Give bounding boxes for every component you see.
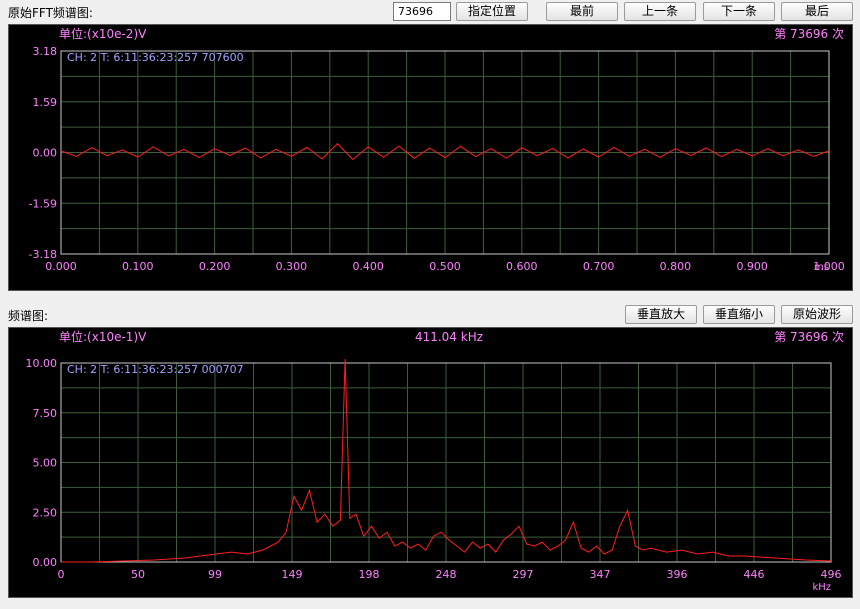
record-number-input[interactable] xyxy=(393,2,451,21)
channel-info-label: CH: 2 T: 6:11:36:23:257 707600 xyxy=(67,51,244,64)
x-tick-label: 0.900 xyxy=(736,260,768,273)
x-tick-label: 0.500 xyxy=(429,260,461,273)
next-record-button[interactable]: 下一条 xyxy=(703,2,775,21)
x-tick-label: 496 xyxy=(821,568,842,581)
x-tick-label: 0.200 xyxy=(199,260,231,273)
raw-waveform-button[interactable]: 原始波形 xyxy=(781,305,853,324)
chart-1-group: 10.00 7.50 5.00 2.50 0.000 50 99 149 198 248 297 34… xyxy=(26,329,845,593)
x-tick-label: 396 xyxy=(667,568,688,581)
x-tick-label: 0.100 xyxy=(122,260,154,273)
x-tick-label: 99 xyxy=(208,568,222,581)
vertical-zoom-out-button[interactable]: 垂直缩小 xyxy=(703,305,775,324)
capture-count-label: 第 73696 次 xyxy=(774,27,844,41)
spectrum-section-title: 频谱图: xyxy=(8,309,49,323)
channel-info-label: CH: 2 T: 6:11:36:23:257 000707 xyxy=(67,363,244,376)
y-tick-label: 5.00 xyxy=(33,457,58,470)
waveform-chart-panel: 3.18 1.59 0.00 -1.59 -3.18 0.000 0.100 0.200 0.3… xyxy=(8,24,853,291)
first-record-button[interactable]: 最前 xyxy=(546,2,618,21)
capture-count-label: 第 73696 次 xyxy=(774,330,844,344)
x-tick-label: 0.000 xyxy=(45,260,77,273)
x-tick-label: 297 xyxy=(513,568,534,581)
unit-label: 单位:(x10e-1)V xyxy=(59,329,147,344)
x-tick-label: 198 xyxy=(359,568,380,581)
x-tick-label: 446 xyxy=(744,568,765,581)
waveform-section-title: 原始FFT频谱图: xyxy=(8,6,93,20)
goto-position-button[interactable]: 指定位置 xyxy=(456,2,528,21)
x-tick-label: 149 xyxy=(282,568,303,581)
peak-frequency-label: 411.04 kHz xyxy=(415,330,483,344)
y-tick-label: 1.59 xyxy=(33,96,58,109)
x-tick-label: 347 xyxy=(590,568,611,581)
y-tick-label: 2.50 xyxy=(33,506,58,519)
x-tick-label: 248 xyxy=(436,568,457,581)
y-tick-label: 10.00 xyxy=(26,357,58,370)
x-tick-label: 0.700 xyxy=(583,260,615,273)
x-unit-label: ms xyxy=(814,262,829,273)
spectrum-chart: 10.00 7.50 5.00 2.50 0.000 50 99 149 198 248 297 34… xyxy=(26,329,845,593)
unit-label: 单位:(x10e-2)V xyxy=(59,26,147,41)
spectrum-chart-panel: 10.00 7.50 5.00 2.50 0.00 0 50 99 149 198 248 297 34… xyxy=(8,327,853,598)
x-tick-label: 0 xyxy=(58,568,65,581)
x-unit-label: kHz xyxy=(812,582,831,593)
y-tick-label: 0.00 xyxy=(33,147,58,160)
y-tick-label: -1.59 xyxy=(29,197,57,210)
chart-0-group: 3.181.590.00-1.59-3.180.000 0.100 0.200 0.3… xyxy=(29,26,845,273)
x-tick-label: 50 xyxy=(131,568,145,581)
y-tick-label: 3.18 xyxy=(33,45,58,58)
vertical-zoom-in-button[interactable]: 垂直放大 xyxy=(625,305,697,324)
y-tick-label: 7.50 xyxy=(33,407,58,420)
previous-record-button[interactable]: 上一条 xyxy=(624,2,696,21)
waveform-chart: 3.181.590.00-1.59-3.180.000 0.100 0.200 0.3… xyxy=(29,26,845,273)
x-tick-label: 0.600 xyxy=(506,260,538,273)
y-tick-label: 0.00 xyxy=(33,556,58,569)
last-record-button[interactable]: 最后 xyxy=(781,2,853,21)
x-tick-label: 0.400 xyxy=(352,260,384,273)
x-tick-label: 0.800 xyxy=(660,260,692,273)
x-tick-label: 0.300 xyxy=(276,260,308,273)
